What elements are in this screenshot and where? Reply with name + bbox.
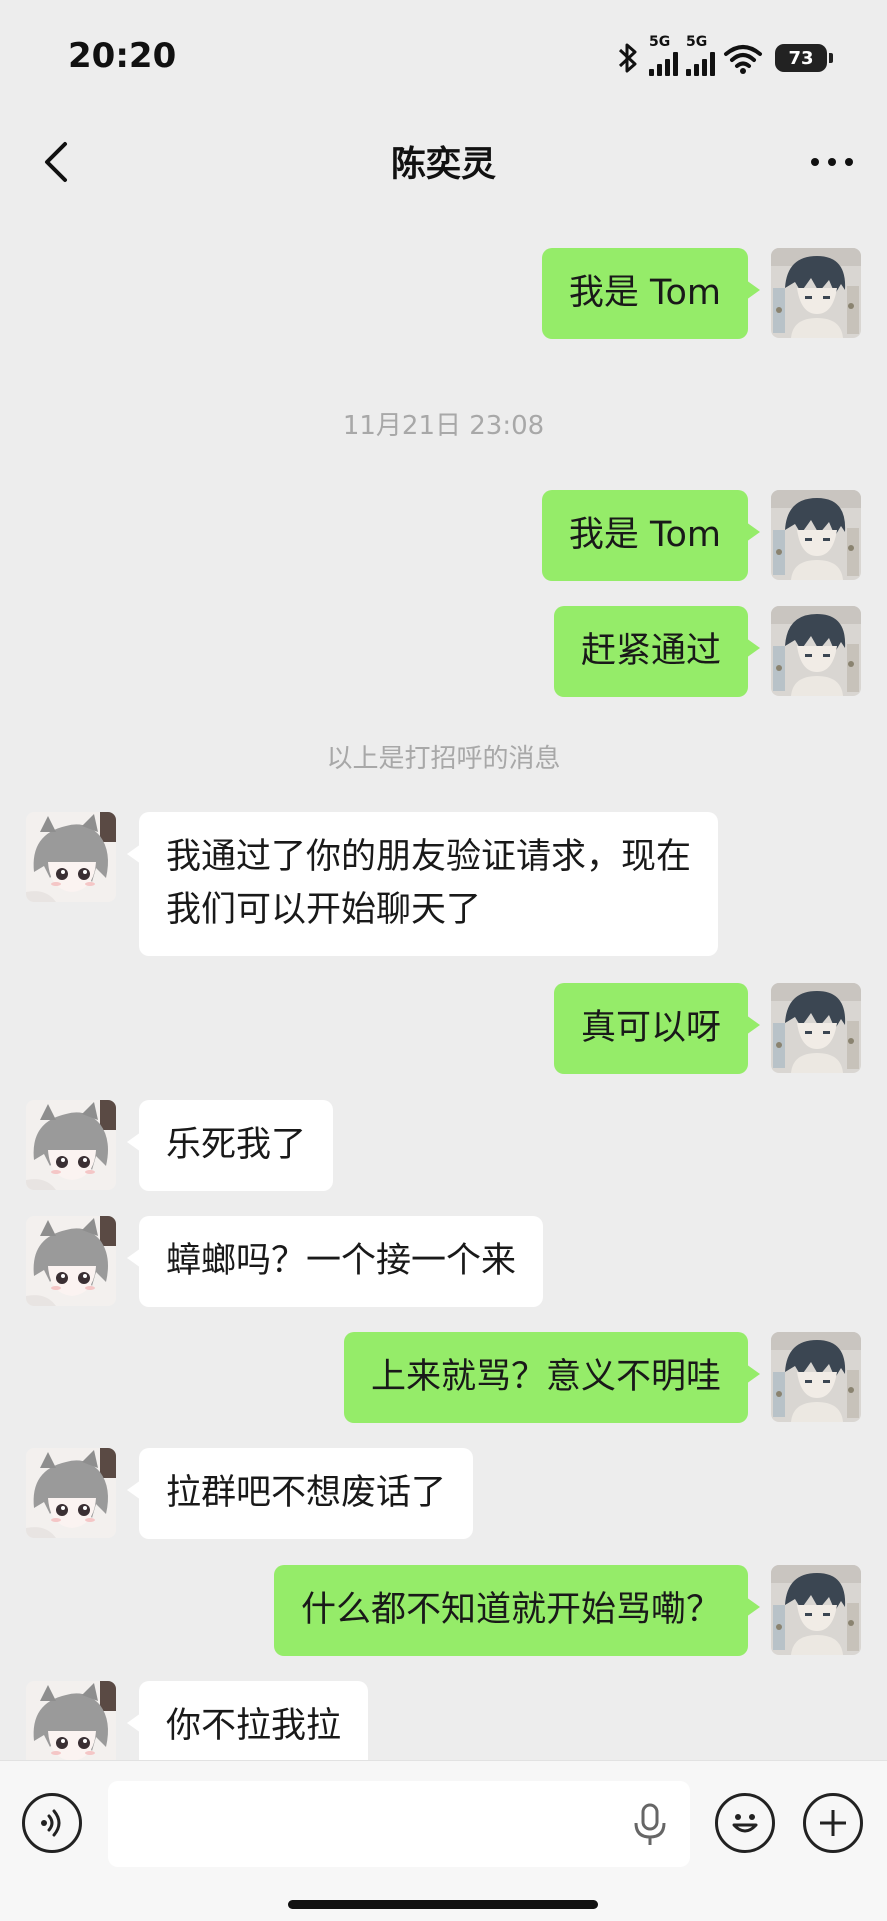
status-time: 20:20 bbox=[68, 36, 177, 76]
contact-avatar[interactable] bbox=[26, 1681, 116, 1760]
greeting-note: 以上是打招呼的消息 bbox=[326, 744, 561, 774]
my-avatar[interactable] bbox=[771, 606, 861, 696]
emoji-icon bbox=[732, 1814, 758, 1833]
message-input[interactable] bbox=[108, 1781, 690, 1867]
voice-toggle-button[interactable] bbox=[22, 1793, 82, 1853]
message-bubble[interactable]: 什么都不知道就开始骂嘞？ bbox=[273, 1565, 761, 1656]
message-bubble[interactable]: 乐死我了 bbox=[126, 1100, 334, 1191]
chat-title: 陈奕灵 bbox=[390, 145, 496, 185]
message-bubble[interactable]: 我是 Tom bbox=[541, 248, 761, 339]
message-bubble[interactable]: 赶紧通过 bbox=[553, 606, 761, 697]
message-bubble[interactable]: 真可以呀 bbox=[553, 983, 761, 1074]
chat-area[interactable]: 我是 Tom 11月21日 23:08 我是 Tom 赶紧通过 以上是打招呼的消… bbox=[0, 210, 887, 1760]
cell-signal-1-icon: 5G bbox=[649, 34, 678, 76]
my-avatar[interactable] bbox=[771, 983, 861, 1073]
status-bar: 20:20 5G 5G 73 bbox=[0, 0, 887, 110]
home-indicator[interactable] bbox=[288, 1900, 598, 1909]
more-icon bbox=[811, 158, 853, 166]
plus-button[interactable] bbox=[803, 1793, 863, 1853]
my-avatar[interactable] bbox=[771, 1332, 861, 1422]
contact-avatar[interactable] bbox=[26, 1448, 116, 1538]
message-bubble[interactable]: 拉群吧不想废话了 bbox=[126, 1448, 474, 1539]
my-avatar[interactable] bbox=[771, 248, 861, 338]
emoji-button[interactable] bbox=[715, 1793, 775, 1853]
voice-icon bbox=[41, 1809, 61, 1837]
contact-avatar[interactable] bbox=[26, 1100, 116, 1190]
back-button[interactable] bbox=[28, 134, 84, 190]
nav-bar: 陈奕灵 bbox=[0, 110, 887, 210]
timestamp: 11月21日 23:08 bbox=[342, 411, 545, 441]
contact-avatar[interactable] bbox=[26, 812, 116, 902]
message-bubble[interactable]: 我通过了你的朋友验证请求，现在 我们可以开始聊天了 bbox=[126, 812, 719, 956]
my-avatar[interactable] bbox=[771, 490, 861, 580]
battery-icon: 73 bbox=[775, 44, 833, 72]
cell-signal-2-icon: 5G bbox=[686, 34, 715, 76]
mic-icon[interactable] bbox=[630, 1803, 670, 1847]
my-avatar[interactable] bbox=[771, 1565, 861, 1655]
plus-icon bbox=[820, 1810, 846, 1836]
message-bubble[interactable]: 上来就骂？意义不明哇 bbox=[343, 1332, 761, 1423]
message-bubble[interactable]: 你不拉我拉 bbox=[126, 1681, 369, 1760]
status-icons: 5G 5G 73 bbox=[615, 34, 833, 78]
back-arrow-icon bbox=[45, 142, 67, 182]
contact-avatar[interactable] bbox=[26, 1216, 116, 1306]
more-button[interactable] bbox=[797, 134, 867, 190]
input-bar bbox=[0, 1760, 887, 1921]
bluetooth-icon bbox=[618, 43, 637, 73]
message-bubble[interactable]: 我是 Tom bbox=[541, 490, 761, 581]
wifi-icon bbox=[724, 45, 762, 74]
message-bubble[interactable]: 蟑螂吗？一个接一个来 bbox=[126, 1216, 544, 1307]
